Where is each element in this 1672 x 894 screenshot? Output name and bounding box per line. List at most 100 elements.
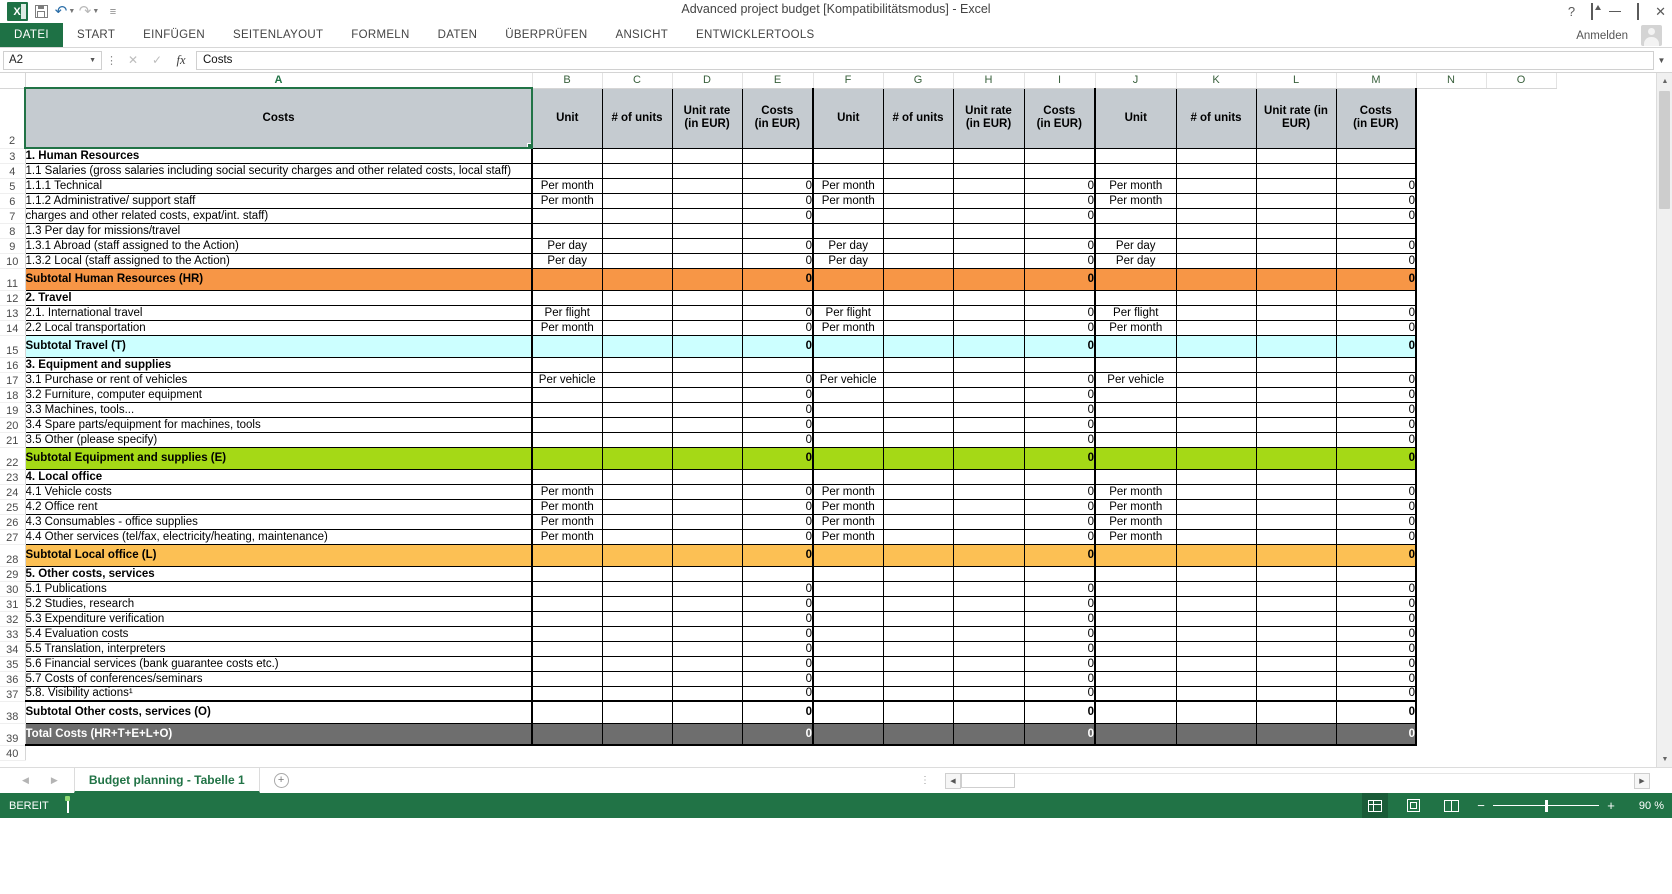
cell-M16[interactable] <box>1336 357 1417 373</box>
cell-O16[interactable] <box>1486 357 1556 372</box>
cell-L21[interactable] <box>1256 432 1337 448</box>
cell-H3[interactable] <box>953 148 1025 164</box>
cell-D17[interactable] <box>672 372 743 388</box>
minimize-icon[interactable] <box>1609 10 1622 13</box>
cell-D21[interactable] <box>672 432 743 448</box>
cell-L11[interactable] <box>1256 268 1337 291</box>
table-row[interactable]: 20 3.4 Spare parts/equipment for machines… <box>0 417 1556 433</box>
cell-L40[interactable] <box>1256 745 1336 760</box>
cell-A7[interactable]: charges and other related costs, expat/i… <box>25 208 533 224</box>
cell-G3[interactable] <box>883 148 954 164</box>
cell-I23[interactable] <box>1024 469 1096 485</box>
row-header-11[interactable]: 11 <box>0 268 26 291</box>
scrollbar-grip[interactable]: ⋮ <box>920 775 931 786</box>
cell-E6[interactable]: 0 <box>742 193 814 209</box>
cell-H25[interactable] <box>953 499 1025 515</box>
cell-I17[interactable]: 0 <box>1024 372 1096 388</box>
cell-E8[interactable] <box>742 223 814 239</box>
cell-M25[interactable]: 0 <box>1336 499 1417 515</box>
cell-E7[interactable]: 0 <box>742 208 814 224</box>
cell-H29[interactable] <box>953 566 1025 582</box>
cell-K25[interactable] <box>1176 499 1257 515</box>
cell-B25[interactable]: Per month <box>531 499 603 515</box>
record-macro-icon[interactable] <box>66 798 69 813</box>
cell-K30[interactable] <box>1176 581 1257 597</box>
cell-D12[interactable] <box>672 290 743 306</box>
cell-K9[interactable] <box>1176 238 1257 254</box>
cell-N24[interactable] <box>1416 484 1486 499</box>
cell-J16[interactable] <box>1094 357 1177 373</box>
cell-I29[interactable] <box>1024 566 1096 582</box>
cell-G11[interactable] <box>883 268 954 291</box>
cell-H26[interactable] <box>953 514 1025 530</box>
next-sheet-icon[interactable]: ▶ <box>51 775 58 786</box>
cell-H17[interactable] <box>953 372 1025 388</box>
cell-A28[interactable]: Subtotal Local office (L) <box>25 544 533 567</box>
cell-A36[interactable]: 5.7 Costs of conferences/seminars <box>25 671 533 687</box>
cell-E10[interactable]: 0 <box>742 253 814 269</box>
cell-G27[interactable] <box>883 529 954 545</box>
cell-M17[interactable]: 0 <box>1336 372 1417 388</box>
header-cell-K2[interactable]: # of units <box>1176 88 1257 149</box>
cell-K23[interactable] <box>1176 469 1257 485</box>
cell-J22[interactable] <box>1094 447 1177 470</box>
cell-C3[interactable] <box>602 148 673 164</box>
cell-A17[interactable]: 3.1 Purchase or rent of vehicles <box>25 372 533 388</box>
cell-L27[interactable] <box>1256 529 1337 545</box>
cell-K32[interactable] <box>1176 611 1257 627</box>
cell-B27[interactable]: Per month <box>531 529 603 545</box>
cell-M15[interactable]: 0 <box>1336 335 1417 358</box>
cell-C19[interactable] <box>602 402 673 418</box>
cell-M24[interactable]: 0 <box>1336 484 1417 500</box>
cell-O33[interactable] <box>1486 626 1556 641</box>
cell-D22[interactable] <box>672 447 743 470</box>
cell-M20[interactable]: 0 <box>1336 417 1417 433</box>
help-icon[interactable]: ? <box>1568 5 1575 18</box>
cell-G39[interactable] <box>883 723 954 746</box>
cell-D33[interactable] <box>672 626 743 642</box>
cell-C11[interactable] <box>602 268 673 291</box>
cell-N12[interactable] <box>1416 290 1486 305</box>
header-cell-E2[interactable]: Costs (in EUR) <box>742 88 814 149</box>
cell-M27[interactable]: 0 <box>1336 529 1417 545</box>
cell-K19[interactable] <box>1176 402 1257 418</box>
cell-O20[interactable] <box>1486 417 1556 432</box>
cell-H9[interactable] <box>953 238 1025 254</box>
cell-J14[interactable]: Per month <box>1094 320 1177 336</box>
cell-J34[interactable] <box>1094 641 1177 657</box>
cell-O26[interactable] <box>1486 514 1556 529</box>
cell-E39[interactable]: 0 <box>742 723 814 746</box>
cell-L33[interactable] <box>1256 626 1337 642</box>
cell-A29[interactable]: 5. Other costs, services <box>25 566 533 582</box>
cell-E37[interactable]: 0 <box>742 686 814 702</box>
cell-G9[interactable] <box>883 238 954 254</box>
cell-N32[interactable] <box>1416 611 1486 626</box>
table-row[interactable]: 10 1.3.2 Local (staff assigned to the Ac… <box>0 253 1556 269</box>
cell-M5[interactable]: 0 <box>1336 178 1417 194</box>
cell-D18[interactable] <box>672 387 743 403</box>
cell-N31[interactable] <box>1416 596 1486 611</box>
cell-O11[interactable] <box>1486 268 1556 290</box>
cell-I35[interactable]: 0 <box>1024 656 1096 672</box>
row-header-37[interactable]: 37 <box>0 686 26 702</box>
cell-K7[interactable] <box>1176 208 1257 224</box>
cell-G4[interactable] <box>883 163 954 179</box>
cell-O4[interactable] <box>1486 163 1556 178</box>
cell-C27[interactable] <box>602 529 673 545</box>
cell-O12[interactable] <box>1486 290 1556 305</box>
row-header-27[interactable]: 27 <box>0 529 26 545</box>
cell-C33[interactable] <box>602 626 673 642</box>
cell-B20[interactable] <box>531 417 603 433</box>
zoom-level[interactable]: 90 % <box>1628 800 1664 812</box>
cell-E11[interactable]: 0 <box>742 268 814 291</box>
cell-N29[interactable] <box>1416 566 1486 581</box>
cell-D16[interactable] <box>672 357 743 373</box>
cell-N21[interactable] <box>1416 432 1486 447</box>
cell-M12[interactable] <box>1336 290 1417 306</box>
cell-H23[interactable] <box>953 469 1025 485</box>
cell-N5[interactable] <box>1416 178 1486 193</box>
cell-B6[interactable]: Per month <box>531 193 603 209</box>
cell-N4[interactable] <box>1416 163 1486 178</box>
cell-G13[interactable] <box>883 305 954 321</box>
cell-I9[interactable]: 0 <box>1024 238 1096 254</box>
